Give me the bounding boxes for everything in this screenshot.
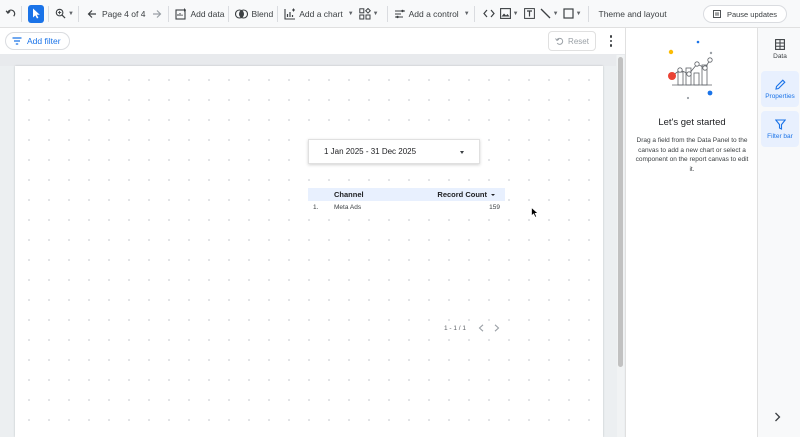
next-page-chevron-icon[interactable] [492,323,502,333]
rail-tab-filter-bar-label: Filter bar [767,132,793,140]
blend-button[interactable]: Blend [235,4,273,24]
mouse-cursor-icon [531,206,539,220]
chevron-down-icon: ▼ [575,10,582,17]
add-chart-label: Add a chart [299,8,343,19]
toolbar-divider [587,5,589,22]
reset-button[interactable]: Reset [548,31,596,51]
next-page-button[interactable] [150,4,164,24]
zoom-icon [55,8,66,19]
report-canvas-area [0,55,625,437]
column-header-record-count[interactable]: Record Count [437,190,495,199]
pause-updates-label: Pause updates [726,9,777,19]
toolbar-divider [386,5,388,22]
chevron-down-icon: ▼ [463,10,470,17]
pencil-icon [774,78,786,90]
text-box-icon[interactable] [524,4,536,24]
pagination-range: 1 - 1 / 1 [444,324,467,332]
chevron-down-icon: ▼ [68,10,74,17]
image-button[interactable]: ▼ [499,4,519,24]
column-header-channel[interactable]: Channel [334,190,364,199]
add-chart-icon [284,8,296,20]
toolbar-divider [228,5,230,22]
date-range-value: 1 Jan 2025 - 31 Dec 2025 [324,147,417,156]
add-filter-button[interactable]: Add filter [5,32,70,50]
record-count-header-label: Record Count [437,190,487,199]
add-data-button[interactable]: Add data [175,4,224,24]
toolbar-divider [168,5,170,22]
rail-tab-data[interactable]: Data [761,31,799,67]
table-pagination: 1 - 1 / 1 [444,323,502,333]
sort-descending-icon [491,193,495,196]
panel-title: Let's get started [658,117,726,128]
page-indicator[interactable]: Page 4 of 4 [102,4,145,24]
toolbar-divider [77,5,79,22]
filter-bar: Add filter Reset [0,28,625,55]
chevron-down-icon: ▼ [512,10,519,17]
toolbar-divider [277,5,279,22]
toolbar-divider [48,5,49,22]
date-range-control[interactable]: 1 Jan 2025 - 31 Dec 2025 [308,139,480,164]
scrollbar-thumb[interactable] [618,57,623,367]
more-options-icon[interactable] [605,33,617,49]
add-control-button[interactable]: Add a control ▼ [394,4,470,24]
image-icon [499,8,511,19]
select-tool-button[interactable] [28,4,44,23]
shape-tool-button[interactable]: ▼ [562,4,582,24]
filter-funnel-icon [774,118,786,130]
reset-label: Reset [568,36,589,46]
prev-page-chevron-icon[interactable] [476,323,486,333]
data-table-icon [775,38,785,50]
rail-tab-filter-bar[interactable]: Filter bar [761,111,799,147]
add-data-icon [175,8,187,20]
blend-label: Blend [251,8,274,19]
theme-layout-button[interactable]: Theme and layout [599,4,667,24]
chevron-down-icon: ▼ [552,10,559,17]
table-row: 1. Meta Ads 159 [308,201,505,214]
filter-list-icon [12,37,22,45]
rectangle-icon [562,8,574,19]
data-table[interactable]: Channel Record Count 1. Meta Ads 159 [308,188,505,214]
undo-icon[interactable] [3,4,17,24]
add-data-label: Add data [190,8,225,19]
reset-icon [555,37,564,45]
table-header: Channel Record Count [308,188,505,201]
properties-panel: Let's get started Drag a field from the … [625,28,757,437]
pause-icon [713,10,721,18]
toolbar-divider [473,5,475,22]
components-icon [358,7,371,20]
row-index: 1. [313,204,319,211]
canvas-scrollbar[interactable] [617,55,624,437]
cell-channel: Meta Ads [334,204,362,211]
zoom-button[interactable]: ▼ [55,4,74,24]
cell-record-count: 159 [489,204,500,211]
top-toolbar: ▼ Page 4 of 4 Add data Blend Add a chart… [0,0,800,28]
previous-page-button[interactable] [85,4,99,24]
get-started-illustration-icon [664,38,726,106]
dropdown-caret-icon [460,151,464,154]
chevron-down-icon: ▼ [347,10,354,17]
canvas-ruler [0,55,616,66]
add-control-label: Add a control [408,8,459,19]
report-page[interactable] [15,66,603,437]
expand-chevron-icon[interactable] [774,412,781,424]
rail-tab-data-label: Data [773,52,787,60]
add-filter-label: Add filter [27,36,61,46]
code-embed-icon[interactable] [482,4,496,24]
line-icon [540,8,551,19]
side-rail: Data Properties Filter bar [757,28,800,437]
community-visualizations-button[interactable]: ▼ [358,4,379,24]
chevron-down-icon: ▼ [372,10,379,17]
toolbar-divider [21,5,22,22]
rail-tab-properties[interactable]: Properties [761,71,799,107]
pause-updates-button[interactable]: Pause updates [702,5,787,23]
add-control-icon [394,8,406,20]
blend-icon [235,8,249,19]
rail-tab-properties-label: Properties [765,92,795,100]
add-chart-button[interactable]: Add a chart ▼ [284,4,354,24]
panel-description: Drag a field from the Data Panel to the … [635,137,749,173]
line-tool-button[interactable]: ▼ [540,4,559,24]
